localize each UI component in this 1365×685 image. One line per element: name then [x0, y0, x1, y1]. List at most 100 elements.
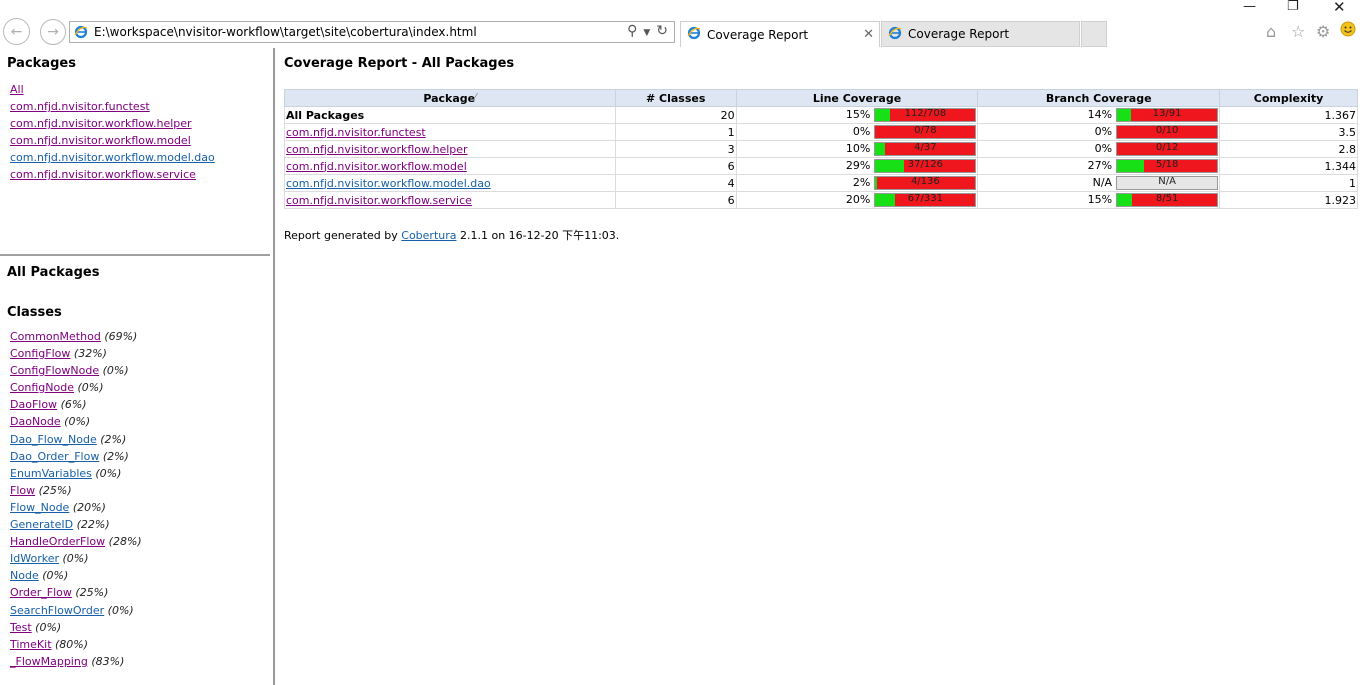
class-coverage-percent: (0%) [62, 552, 89, 566]
class-link[interactable]: TimeKit [10, 638, 52, 651]
class-link[interactable]: DaoNode [10, 415, 61, 428]
package-link[interactable]: com.nfjd.nvisitor.workflow.service [10, 168, 196, 181]
class-count-cell: 4 [614, 174, 737, 192]
class-coverage-percent: (0%) [35, 620, 62, 634]
tab-coverage-report-active[interactable]: Coverage Report ✕ [680, 21, 880, 47]
package-link[interactable]: com.nfjd.nvisitor.functest [10, 100, 150, 113]
package-row-link[interactable]: com.nfjd.nvisitor.workflow.service [286, 194, 472, 207]
line-coverage-bar: 4/37 [874, 142, 977, 156]
package-row-link[interactable]: com.nfjd.nvisitor.workflow.helper [286, 143, 468, 156]
table-row: com.nfjd.nvisitor.functest 1 0% 0/78 0% 0/10 3… [284, 123, 1358, 141]
refresh-icon[interactable]: ↻ [656, 23, 668, 43]
branch-coverage-label: 5/18 [1155, 159, 1179, 170]
class-coverage-percent: (0%) [42, 569, 69, 583]
class-link[interactable]: Node [10, 569, 39, 582]
cobertura-link[interactable]: Cobertura [401, 229, 456, 242]
class-link[interactable]: EnumVariables [10, 467, 92, 480]
favorites-star-icon[interactable]: ☆ [1291, 22, 1305, 41]
class-link[interactable]: CommonMethod [10, 330, 101, 343]
branch-coverage-cell: 14% 13/91 [977, 106, 1221, 124]
column-header-classes[interactable]: # Classes [614, 89, 737, 107]
tab-coverage-report[interactable]: Coverage Report [881, 21, 1080, 47]
package-link[interactable]: com.nfjd.nvisitor.workflow.helper [10, 117, 192, 130]
minimize-icon[interactable]: — [1243, 0, 1256, 14]
address-bar[interactable]: E:\workspace\nvisitor-workflow\target\si… [69, 21, 675, 43]
back-button[interactable]: ← [3, 18, 30, 45]
feedback-smiley-icon[interactable] [1340, 21, 1356, 41]
class-list-item: Dao_Flow_Node (2%) [10, 431, 142, 448]
complexity-cell: 3.5 [1219, 123, 1358, 141]
class-link[interactable]: Test [10, 621, 32, 634]
class-link[interactable]: Order_Flow [10, 586, 72, 599]
branch-coverage-cell: 15% 8/51 [977, 191, 1221, 209]
new-tab-button[interactable] [1081, 21, 1107, 47]
line-coverage-bar: 4/136 [874, 176, 977, 190]
class-link[interactable]: Dao_Order_Flow [10, 450, 99, 463]
frame-divider-vertical[interactable] [273, 48, 275, 685]
package-link[interactable]: com.nfjd.nvisitor.workflow.model.dao [10, 151, 215, 164]
class-link[interactable]: ConfigNode [10, 381, 74, 394]
page-title: Coverage Report - All Packages [284, 56, 515, 71]
class-link[interactable]: ConfigFlow [10, 347, 70, 360]
line-coverage-percent: 0% [852, 125, 871, 138]
column-header-package[interactable]: Package⁄ [284, 89, 616, 107]
ie-tab-icon [687, 26, 701, 43]
package-name-cell: com.nfjd.nvisitor.workflow.service [284, 191, 616, 209]
close-tab-icon[interactable]: ✕ [863, 27, 874, 42]
class-link[interactable]: Flow [10, 484, 35, 497]
class-link[interactable]: GenerateID [10, 518, 73, 531]
class-list-item: Flow_Node (20%) [10, 499, 142, 516]
class-link[interactable]: _FlowMapping [10, 655, 88, 668]
class-coverage-percent: (6%) [60, 398, 87, 412]
class-link[interactable]: ConfigFlowNode [10, 364, 99, 377]
complexity-cell: 1 [1219, 174, 1358, 192]
class-link[interactable]: IdWorker [10, 552, 59, 565]
branch-coverage-cell: 0% 0/12 [977, 140, 1221, 158]
line-coverage-label: 37/126 [907, 159, 943, 170]
line-coverage-percent: 10% [845, 142, 871, 155]
package-name-cell: com.nfjd.nvisitor.workflow.model [284, 157, 616, 175]
line-coverage-label: 4/37 [914, 142, 937, 153]
column-header-complexity[interactable]: Complexity [1219, 89, 1358, 107]
class-list-item: DaoFlow (6%) [10, 396, 142, 413]
restore-icon[interactable]: ❐ [1287, 0, 1299, 14]
package-link[interactable]: com.nfjd.nvisitor.workflow.model [10, 134, 191, 147]
home-icon[interactable]: ⌂ [1266, 22, 1276, 41]
search-icon[interactable]: ⚲ [627, 23, 637, 43]
classes-frame: All Packages Classes CommonMethod (69%) C… [0, 256, 272, 685]
line-coverage-percent: 2% [852, 176, 871, 189]
chevron-down-icon[interactable]: ▼ [643, 23, 650, 43]
class-coverage-percent: (0%) [77, 381, 104, 395]
column-header-branch-coverage[interactable]: Branch Coverage [977, 89, 1221, 107]
class-coverage-percent: (2%) [102, 449, 129, 463]
class-link[interactable]: HandleOrderFlow [10, 535, 105, 548]
line-coverage-bar: 0/78 [874, 125, 977, 139]
class-list-item: ConfigFlowNode (0%) [10, 362, 142, 379]
class-list-item: GenerateID (22%) [10, 516, 142, 533]
line-coverage-label: 67/331 [907, 193, 943, 204]
package-list-item: com.nfjd.nvisitor.workflow.helper [10, 115, 215, 132]
package-name-cell: com.nfjd.nvisitor.workflow.helper [284, 140, 616, 158]
class-list-item: Test (0%) [10, 619, 142, 636]
table-header-row: Package⁄ # Classes Line Coverage Branch … [284, 89, 1358, 107]
line-coverage-percent: 29% [845, 159, 871, 172]
package-row-link[interactable]: com.nfjd.nvisitor.workflow.model [286, 160, 467, 173]
package-row-link[interactable]: com.nfjd.nvisitor.functest [286, 126, 426, 139]
column-header-line-coverage[interactable]: Line Coverage [735, 89, 979, 107]
forward-button[interactable]: → [40, 19, 66, 45]
class-link[interactable]: Flow_Node [10, 501, 69, 514]
table-row: All Packages 20 15% 112/708 14% 13/91 1.367 [284, 106, 1358, 124]
table-row: com.nfjd.nvisitor.workflow.service 6 20% 67… [284, 191, 1358, 209]
class-list-item: CommonMethod (69%) [10, 328, 142, 345]
gear-icon[interactable]: ⚙ [1316, 22, 1330, 41]
line-coverage-bar: 112/708 [874, 108, 977, 122]
class-count-cell: 6 [614, 157, 737, 175]
class-link[interactable]: Dao_Flow_Node [10, 433, 97, 446]
class-list-item: HandleOrderFlow (28%) [10, 533, 142, 550]
package-link-all[interactable]: All [10, 83, 24, 96]
class-list-item: SearchFlowOrder (0%) [10, 602, 142, 619]
class-link[interactable]: SearchFlowOrder [10, 604, 104, 617]
class-link[interactable]: DaoFlow [10, 398, 57, 411]
package-row-link[interactable]: com.nfjd.nvisitor.workflow.model.dao [286, 177, 491, 190]
close-window-icon[interactable]: ✕ [1333, 0, 1346, 15]
